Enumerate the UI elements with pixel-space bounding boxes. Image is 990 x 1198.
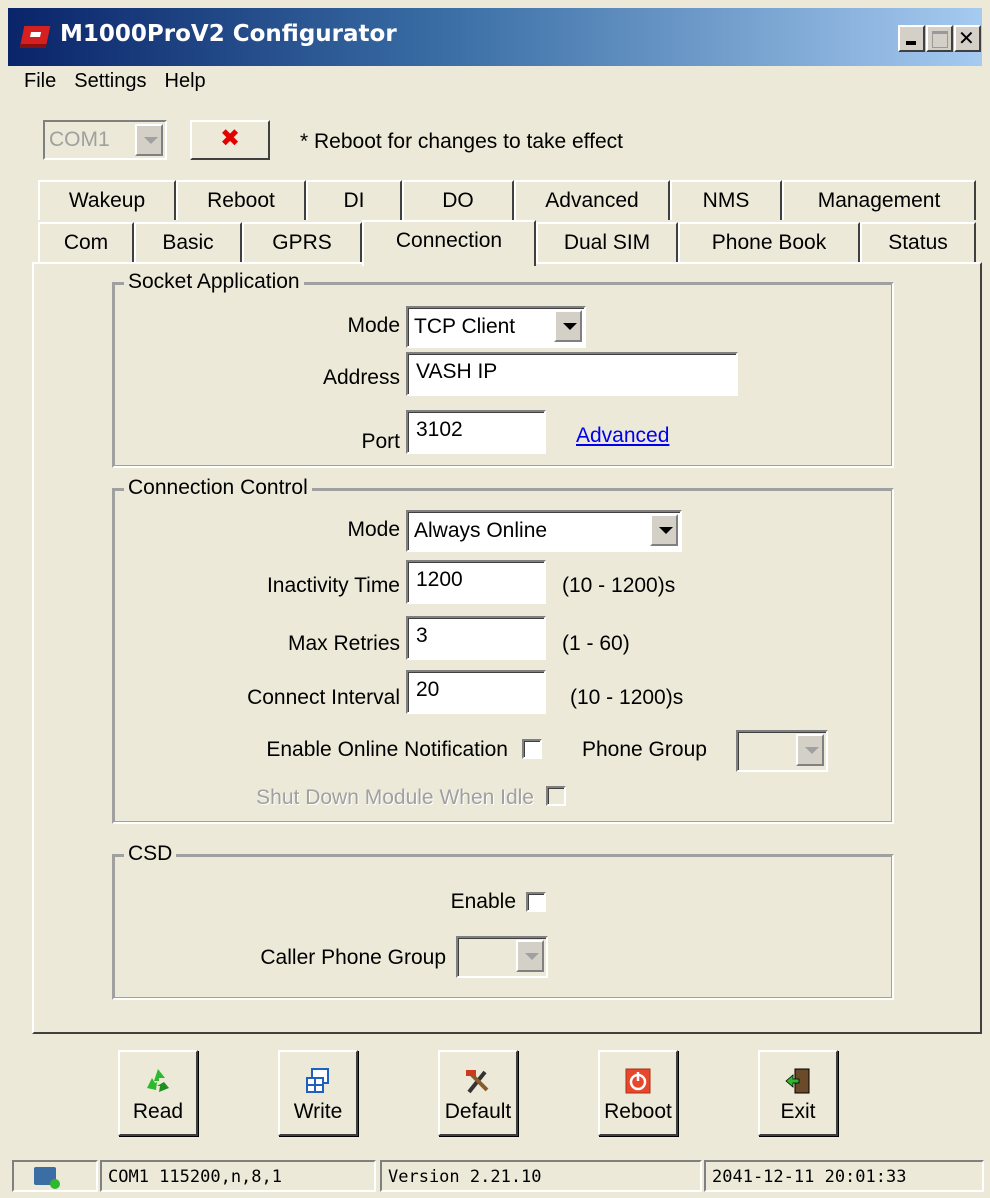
socket-mode-label: Mode bbox=[347, 314, 400, 337]
tab-wakeup[interactable]: Wakeup bbox=[38, 180, 176, 220]
port-field[interactable]: 3102 bbox=[406, 410, 546, 454]
maximize-button[interactable] bbox=[926, 25, 953, 52]
inactivity-time-field[interactable]: 1200 bbox=[406, 560, 546, 604]
tab-gprs[interactable]: GPRS bbox=[242, 222, 362, 262]
shutdown-idle-checkbox[interactable] bbox=[546, 786, 566, 806]
connect-interval-label: Connect Interval bbox=[247, 686, 400, 709]
caller-phone-group-select[interactable] bbox=[456, 936, 548, 978]
com-port-select[interactable]: COM1 bbox=[43, 120, 167, 160]
reboot-button[interactable]: Reboot bbox=[598, 1050, 678, 1136]
socket-mode-value: TCP Client bbox=[414, 315, 516, 338]
title-bar: M1000ProV2 Configurator bbox=[8, 8, 982, 66]
shutdown-idle-label: Shut Down Module When Idle bbox=[256, 786, 534, 809]
tab-di[interactable]: DI bbox=[306, 180, 402, 220]
csd-enable-label: Enable bbox=[450, 890, 516, 913]
tab-dual-sim[interactable]: Dual SIM bbox=[536, 222, 678, 262]
caller-phone-group-label: Caller Phone Group bbox=[260, 946, 446, 969]
phone-group-label: Phone Group bbox=[582, 738, 707, 761]
minimize-button[interactable] bbox=[898, 25, 925, 52]
tab-phone-book[interactable]: Phone Book bbox=[678, 222, 860, 262]
tab-nms[interactable]: NMS bbox=[670, 180, 782, 220]
csd-enable-checkbox[interactable] bbox=[526, 892, 546, 912]
control-mode-value: Always Online bbox=[414, 519, 548, 542]
menu-file[interactable]: File bbox=[24, 70, 56, 98]
phone-group-select[interactable] bbox=[736, 730, 828, 772]
group-legend: CSD bbox=[124, 842, 177, 866]
menu-settings[interactable]: Settings bbox=[74, 70, 146, 98]
window-title: M1000ProV2 Configurator bbox=[60, 21, 397, 47]
read-button[interactable]: Read bbox=[118, 1050, 198, 1136]
status-port: COM1 115200,n,8,1 bbox=[100, 1160, 376, 1192]
status-datetime: 2041-12-11 20:01:33 bbox=[704, 1160, 984, 1192]
write-button[interactable]: Write bbox=[278, 1050, 358, 1136]
connection-control-group: Connection Control Mode Always Online In… bbox=[112, 476, 894, 824]
control-mode-label: Mode bbox=[347, 518, 400, 541]
control-mode-select[interactable]: Always Online bbox=[406, 510, 682, 552]
max-retries-field[interactable]: 3 bbox=[406, 616, 546, 660]
advanced-link[interactable]: Advanced bbox=[576, 424, 669, 448]
address-label: Address bbox=[322, 366, 400, 389]
com-port-value: COM1 bbox=[49, 128, 110, 151]
max-retries-label: Max Retries bbox=[287, 632, 400, 655]
tab-management[interactable]: Management bbox=[782, 180, 976, 220]
tab-do[interactable]: DO bbox=[402, 180, 514, 220]
tools-icon bbox=[466, 1070, 489, 1094]
tab-connection[interactable]: Connection bbox=[362, 220, 536, 266]
default-label: Default bbox=[444, 1100, 512, 1123]
exit-button[interactable]: Exit bbox=[758, 1050, 838, 1136]
tab-advanced[interactable]: Advanced bbox=[514, 180, 670, 220]
chevron-down-icon[interactable] bbox=[554, 310, 582, 342]
socket-application-group: Socket Application Mode TCP Client Addre… bbox=[112, 270, 894, 468]
configurator-window: M1000ProV2 Configurator File Settings He… bbox=[0, 0, 990, 1198]
inactivity-time-label: Inactivity Time bbox=[266, 574, 400, 597]
tab-com[interactable]: Com bbox=[38, 222, 134, 262]
status-version: Version 2.21.10 bbox=[380, 1160, 702, 1192]
write-label: Write bbox=[293, 1100, 343, 1123]
chevron-down-icon[interactable] bbox=[796, 734, 824, 766]
csd-group: CSD Enable Caller Phone Group bbox=[112, 842, 894, 1000]
app-logo-icon bbox=[19, 26, 51, 48]
network-icon bbox=[34, 1167, 60, 1189]
copy-icon bbox=[306, 1068, 329, 1093]
menu-bar: File Settings Help bbox=[24, 70, 206, 98]
online-notification-label: Enable Online Notification bbox=[266, 738, 508, 761]
power-icon bbox=[625, 1068, 651, 1094]
default-button[interactable]: Default bbox=[438, 1050, 518, 1136]
reboot-note: * Reboot for changes to take effect bbox=[300, 130, 623, 153]
chevron-down-icon[interactable] bbox=[135, 124, 163, 156]
status-bar: COM1 115200,n,8,1 Version 2.21.10 2041-1… bbox=[8, 1160, 988, 1192]
tab-basic[interactable]: Basic bbox=[134, 222, 242, 262]
connect-interval-field[interactable]: 20 bbox=[406, 670, 546, 714]
group-legend: Connection Control bbox=[124, 476, 312, 500]
tab-status[interactable]: Status bbox=[860, 222, 976, 262]
reboot-label: Reboot bbox=[604, 1100, 672, 1123]
retries-range: (1 - 60) bbox=[562, 632, 630, 655]
group-legend: Socket Application bbox=[124, 270, 304, 294]
port-label: Port bbox=[361, 430, 400, 453]
chevron-down-icon[interactable] bbox=[650, 514, 678, 546]
recycle-icon bbox=[147, 1069, 169, 1092]
close-button[interactable] bbox=[954, 25, 981, 52]
online-notification-checkbox[interactable] bbox=[522, 739, 542, 759]
connection-panel: Socket Application Mode TCP Client Addre… bbox=[32, 262, 982, 1034]
chevron-down-icon[interactable] bbox=[516, 940, 544, 972]
exit-door-icon bbox=[785, 1068, 810, 1094]
interval-range: (10 - 1200)s bbox=[570, 686, 684, 709]
read-label: Read bbox=[132, 1100, 184, 1123]
tab-reboot[interactable]: Reboot bbox=[176, 180, 306, 220]
menu-help[interactable]: Help bbox=[165, 70, 206, 98]
inactivity-range: (10 - 1200)s bbox=[562, 574, 676, 597]
address-field[interactable]: VASH IP bbox=[406, 352, 738, 396]
connection-status-cell bbox=[12, 1160, 98, 1192]
exit-label: Exit bbox=[780, 1100, 816, 1123]
socket-mode-select[interactable]: TCP Client bbox=[406, 306, 586, 348]
disconnect-button[interactable]: ✖ bbox=[190, 120, 270, 160]
